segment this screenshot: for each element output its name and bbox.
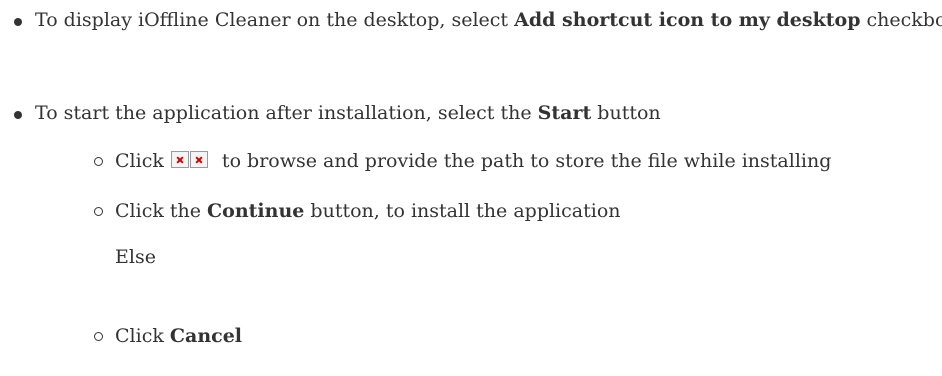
sub-text-pre: Click xyxy=(115,150,170,172)
list-item-start: To start the application after installat… xyxy=(0,96,942,131)
sub-text-post: to browse and provide the path to store … xyxy=(215,150,832,172)
sub-text-pre: Click xyxy=(115,325,170,347)
list-item-browse: Click to browse and provide the path to … xyxy=(0,144,942,179)
item-text-post: checkbox xyxy=(866,9,942,31)
broken-image-icon[interactable] xyxy=(170,151,189,168)
else-line: Else xyxy=(0,240,942,275)
item-text-bold: Start xyxy=(537,102,592,124)
broken-image-icon[interactable] xyxy=(189,151,208,168)
browse-icon-group[interactable] xyxy=(170,144,208,179)
else-text: Else xyxy=(115,246,156,268)
bullet-circle-icon xyxy=(94,207,103,216)
sub-text-bold: Cancel xyxy=(169,325,243,347)
bullet-disc-icon xyxy=(14,18,22,26)
item-text-post: button xyxy=(591,102,661,124)
list-item-continue: Click the Continue button, to install th… xyxy=(0,194,942,229)
item-text-pre: To start the application after installat… xyxy=(35,102,538,124)
list-item-shortcut: To display iOffline Cleaner on the deskt… xyxy=(0,3,942,38)
bullet-disc-icon xyxy=(14,111,22,119)
sub-text-pre: Click the xyxy=(115,200,208,222)
bullet-circle-icon xyxy=(94,332,103,341)
list-item-cancel: Click Cancel xyxy=(0,319,942,354)
bullet-circle-icon xyxy=(94,157,103,166)
item-text-bold: Add shortcut icon to my desktop xyxy=(514,9,861,31)
sub-text-bold: Continue xyxy=(207,200,305,222)
sub-text-post: button, to install the application xyxy=(304,200,621,222)
item-text-pre: To display iOffline Cleaner on the deskt… xyxy=(35,9,515,31)
